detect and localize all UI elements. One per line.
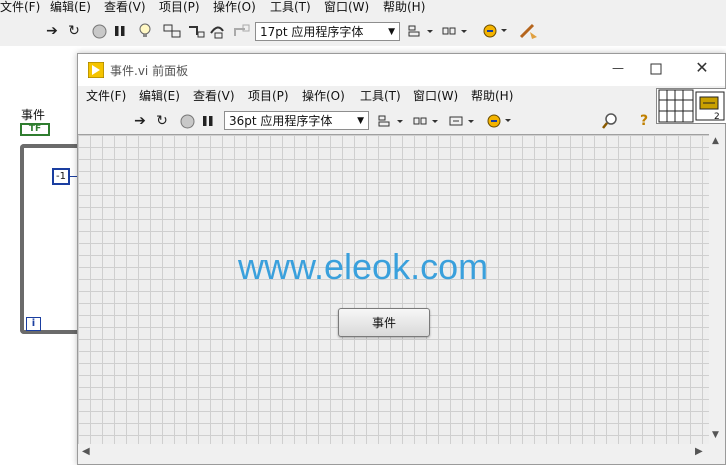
close-icon[interactable]: ✕ (690, 58, 714, 80)
run-continuous-icon[interactable]: ↻ (64, 21, 84, 41)
highlight-execution-icon[interactable] (135, 21, 155, 41)
pause-icon[interactable] (198, 111, 218, 131)
bd-toolbar: ➔ ↻ 17pt 应用程序字体 ▼ (0, 18, 726, 46)
fp-menu-tools[interactable]: 工具(T) (360, 89, 401, 106)
fp-menu-operate[interactable]: 操作(O) (302, 89, 345, 106)
fp-menu-window[interactable]: 窗口(W) (413, 89, 458, 106)
front-panel-window: 事件.vi 前面板 — ✕ 文件(F) 编辑(E) 查看(V) 项目(P) 操作… (77, 53, 726, 465)
run-continuous-icon[interactable]: ↻ (152, 111, 172, 131)
bd-menu-tools[interactable]: 工具(T) (270, 0, 311, 17)
boolean-terminal[interactable]: TF (20, 123, 50, 136)
connector-pane[interactable]: 2 (656, 88, 726, 124)
minimize-icon[interactable]: — (606, 58, 630, 80)
scroll-down-icon[interactable]: ▼ (712, 430, 719, 440)
scroll-right-icon[interactable]: ▶ (695, 446, 703, 457)
retain-wire-values-icon[interactable] (162, 21, 182, 41)
scroll-up-icon[interactable]: ▲ (712, 136, 719, 146)
horizontal-scrollbar[interactable]: ◀ ▶ (78, 444, 709, 461)
fp-font-select-value: 36pt 应用程序字体 (229, 114, 333, 128)
bd-menu-view[interactable]: 查看(V) (104, 0, 146, 17)
event-terminal-label: 事件 (21, 108, 46, 122)
vi-icon-badge (695, 91, 725, 121)
fp-window-title: 事件.vi 前面板 (110, 64, 189, 78)
fp-menu-file[interactable]: 文件(F) (86, 89, 126, 106)
bd-menu-project[interactable]: 项目(P) (159, 0, 200, 17)
pause-icon[interactable] (110, 21, 130, 41)
fp-menu-project[interactable]: 项目(P) (248, 89, 289, 106)
bd-menu-operate[interactable]: 操作(O) (213, 0, 256, 17)
bd-menubar: 文件(F) 编辑(E) 查看(V) 项目(P) 操作(O) 工具(T) 窗口(W… (0, 0, 726, 17)
bd-menu-file[interactable]: 文件(F) (0, 0, 40, 17)
help-icon[interactable]: ? (634, 111, 654, 131)
bd-menu-edit[interactable]: 编辑(E) (50, 0, 91, 17)
scroll-left-icon[interactable]: ◀ (82, 446, 90, 457)
connector-badge: 2 (714, 112, 720, 122)
abort-icon[interactable] (177, 111, 197, 131)
search-icon[interactable] (600, 111, 620, 131)
resize-objects-icon[interactable] (448, 111, 476, 131)
reorder-icon[interactable] (485, 111, 513, 131)
fp-menu-view[interactable]: 查看(V) (193, 89, 235, 106)
numeric-constant[interactable]: -1 (52, 168, 70, 185)
watermark-text: www.eleok.com (238, 246, 489, 287)
bd-font-select-value: 17pt 应用程序字体 (260, 25, 364, 39)
clean-up-diagram-icon[interactable] (517, 21, 541, 41)
abort-icon[interactable] (89, 21, 109, 41)
step-out-icon[interactable] (231, 21, 251, 41)
step-into-icon[interactable] (186, 21, 206, 41)
vi-icon (87, 61, 105, 81)
align-objects-icon[interactable] (376, 111, 404, 131)
fp-titlebar: 事件.vi 前面板 — ✕ (78, 54, 725, 86)
fp-menu-edit[interactable]: 编辑(E) (139, 89, 180, 106)
run-arrow-icon[interactable]: ➔ (130, 111, 150, 131)
fp-font-select[interactable]: 36pt 应用程序字体 ▼ (224, 111, 369, 130)
chevron-down-icon: ▼ (357, 116, 364, 126)
distribute-objects-icon[interactable] (441, 21, 469, 41)
run-arrow-icon[interactable]: ➔ (42, 21, 62, 41)
fp-toolbar: ➔ ↻ 36pt 应用程序字体 ▼ ? (78, 108, 654, 134)
reorder-icon[interactable] (481, 21, 509, 41)
fp-menu-help[interactable]: 帮助(H) (471, 89, 513, 106)
distribute-objects-icon[interactable] (412, 111, 440, 131)
event-button[interactable]: 事件 (338, 308, 430, 337)
chevron-down-icon: ▼ (388, 27, 395, 37)
bd-menu-help[interactable]: 帮助(H) (383, 0, 425, 17)
bd-menu-window[interactable]: 窗口(W) (324, 0, 369, 17)
step-over-icon[interactable] (208, 21, 228, 41)
iteration-terminal: i (26, 317, 41, 331)
vertical-scrollbar[interactable]: ▲ ▼ (709, 134, 725, 444)
bd-font-select[interactable]: 17pt 应用程序字体 ▼ (255, 22, 400, 41)
fp-menubar: 文件(F) 编辑(E) 查看(V) 项目(P) 操作(O) 工具(T) 窗口(W… (78, 86, 654, 108)
front-panel-canvas[interactable]: www.eleok.com 事件 (78, 134, 709, 445)
align-objects-icon[interactable] (406, 21, 434, 41)
maximize-icon[interactable] (644, 58, 668, 80)
